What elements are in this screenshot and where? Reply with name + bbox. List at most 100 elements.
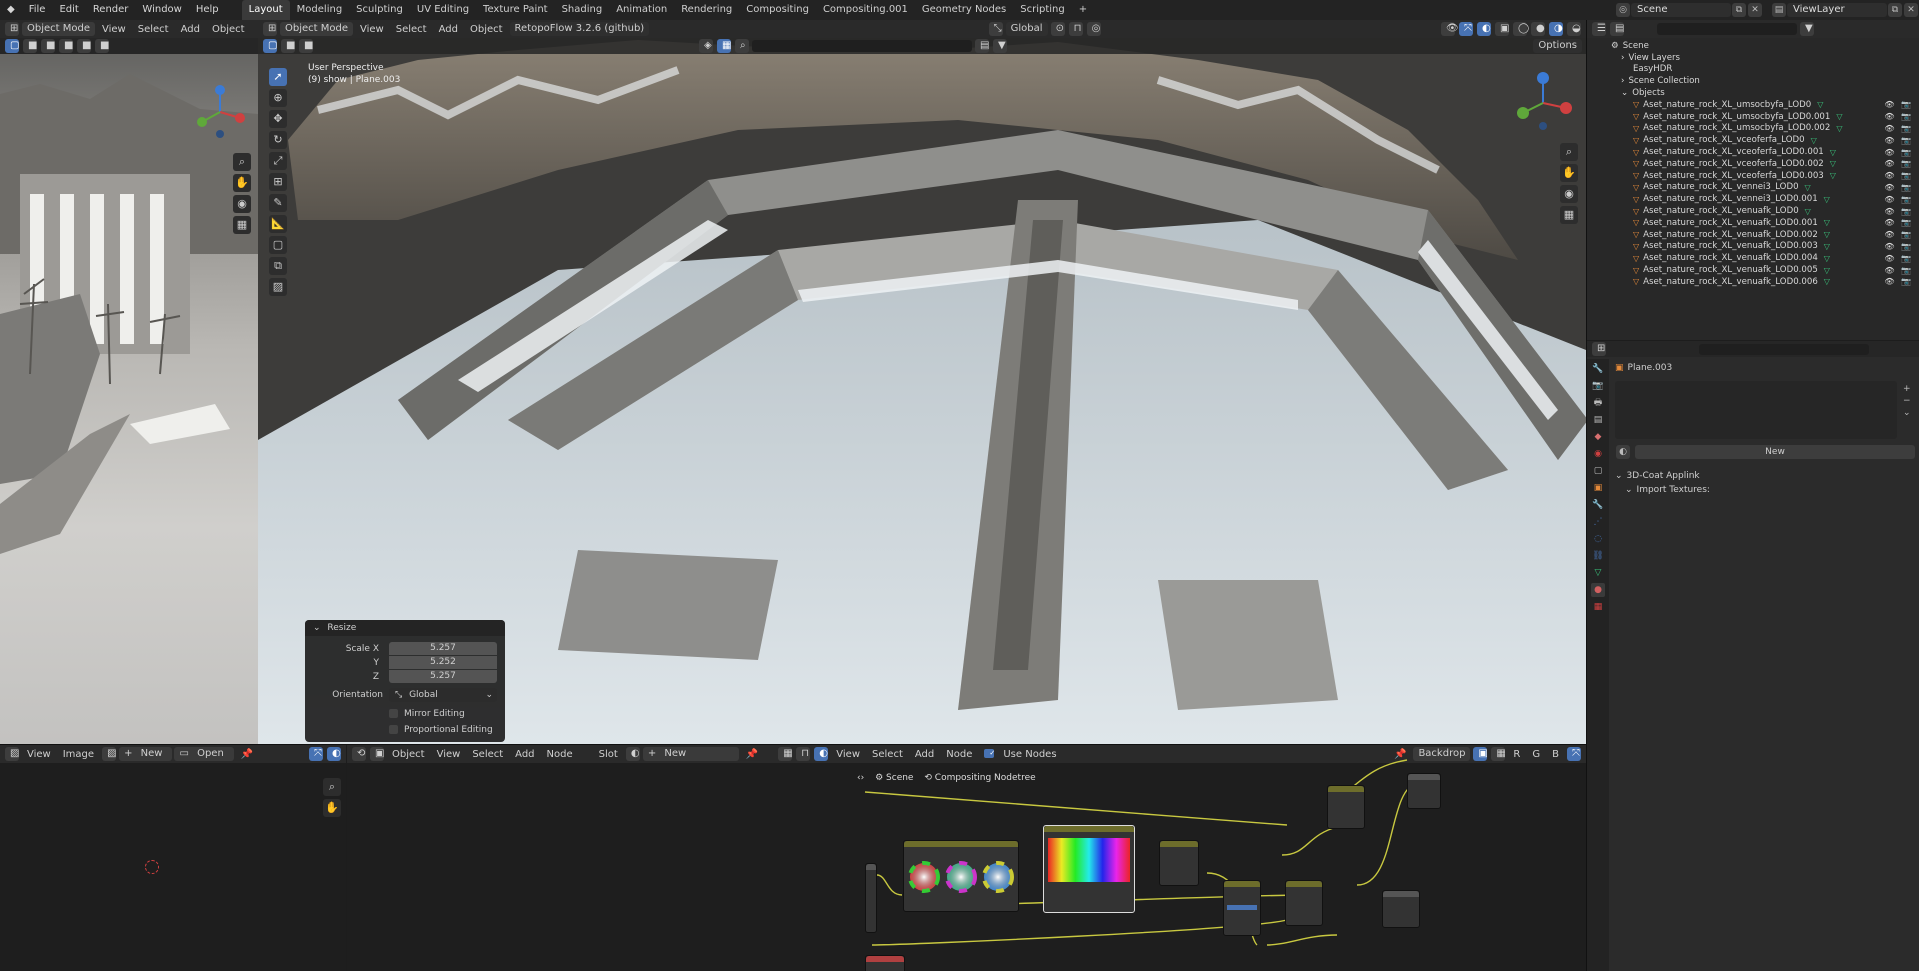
main-menu-add[interactable]: Add [434,24,463,35]
open-image-button[interactable]: ▭ Open [174,747,234,761]
mesh-data-icon[interactable]: ▽ [1836,124,1842,133]
editor-type-icon[interactable]: ⊞ [263,22,277,36]
properties-search-field[interactable] [1699,343,1869,355]
annotate-tool-icon[interactable]: ✎ [269,194,287,212]
viewport-search-field[interactable] [752,40,972,52]
outliner-editor-icon[interactable]: ☰ [1592,22,1606,36]
main-zoom-icon[interactable]: ⌕ [1560,143,1578,161]
measure-tool-icon[interactable]: 📐 [269,215,287,233]
mesh-data-icon[interactable]: ▽ [1817,100,1823,109]
main-pan-hand-icon[interactable]: ✋ [1560,164,1578,182]
collapse-arrow-icon[interactable]: ⌄ [1621,88,1628,98]
constraints-props-icon[interactable]: ⛓ [1591,549,1605,563]
add-workspace-button[interactable]: + [1072,0,1094,20]
outliner-object-row[interactable]: ▽ Aset_nature_rock_XL_vceoferfa_LOD0 ▽ 👁 📷 [1593,134,1919,146]
output-props-icon[interactable]: 🖶 [1591,396,1605,410]
slot-menu-icon[interactable]: ⌄ [1903,407,1911,419]
node-mix-2[interactable] [1285,880,1323,926]
outliner-object-row[interactable]: ▽ Aset_nature_rock_XL_vceoferfa_LOD0.001 ▽… [1593,146,1919,158]
hue-curve-gradient[interactable] [1048,838,1130,882]
visibility-toggles[interactable]: 👁 📷 [1884,112,1913,121]
node-hue-correct[interactable] [1043,825,1135,913]
outliner-easyhdr-row[interactable]: EasyHDR [1593,64,1919,76]
visibility-toggles[interactable]: 👁 📷 [1884,183,1913,192]
mesh-data-icon[interactable]: ▽ [1805,207,1811,216]
xray-toggle-icon[interactable]: ▣ [1495,22,1509,36]
import-textures-row[interactable]: ⌄ Import Textures: [1615,483,1915,497]
outliner-object-row[interactable]: ▽ Aset_nature_rock_XL_vennei3_LOD0.001 ▽ 👁 … [1593,193,1919,205]
scale-cage-tool-icon[interactable]: ⧉ [269,257,287,275]
node-render-layers[interactable] [865,955,905,971]
node-color-balance[interactable] [903,840,1019,912]
image-editor-type-icon[interactable]: ▨ [5,747,19,761]
mode-subtract-icon[interactable]: ■ [59,39,73,53]
node-glare[interactable] [1327,785,1365,829]
add-slot-icon[interactable]: + [1903,383,1911,395]
collapse-chevron-icon[interactable]: ⌄ [313,623,321,633]
mode-invert-icon[interactable]: ■ [77,39,91,53]
menu-render[interactable]: Render [86,0,136,20]
tab-sculpting[interactable]: Sculpting [349,0,410,20]
outliner-object-row[interactable]: ▽ Aset_nature_rock_XL_umsocbyfa_LOD0.002 ▽… [1593,123,1919,135]
main-menu-select[interactable]: Select [391,24,432,35]
new-scene-icon[interactable]: ⧉ [1732,3,1746,17]
image-menu-image[interactable]: Image [58,749,99,760]
tool-props-icon[interactable]: 🔧 [1591,362,1605,376]
snap-icon[interactable]: ⊓ [1068,22,1083,36]
tab-layout[interactable]: Layout [241,0,290,20]
shading-wireframe-icon[interactable]: ◯ [1513,22,1529,36]
data-props-icon[interactable]: ▽ [1591,566,1605,580]
texture-props-icon[interactable]: ▦ [1591,600,1605,614]
new-image-button[interactable]: + New [119,747,173,761]
image-browse-icon[interactable]: ▨ [102,747,117,761]
physics-props-icon[interactable]: ◌ [1591,532,1605,546]
material-browse-icon[interactable]: ◐ [1616,445,1630,459]
visibility-toggles[interactable]: 👁 📷 [1884,207,1913,216]
outliner-filter-icon[interactable]: ▼ [1800,22,1814,36]
image-overlay-icon[interactable]: ◐ [327,747,341,761]
node-alpha-over[interactable] [1159,840,1199,886]
color-wheels[interactable] [904,847,1020,907]
rotate-tool-icon[interactable]: ↻ [269,131,287,149]
node-viewer[interactable] [1407,773,1441,809]
proportional-editing-checkbox[interactable]: Proportional Editing [389,722,493,738]
menu-window[interactable]: Window [135,0,188,20]
main-menu-view[interactable]: View [355,24,389,35]
node-composite[interactable] [1382,890,1420,928]
scale-z-field[interactable]: 5.257 [389,670,497,683]
mesh-data-icon[interactable]: ▽ [1824,218,1830,227]
image-editor[interactable]: ▨ View Image ▨ + New ▭ Open 📌 ⤧ ◐ ⌕ ✋ [0,745,346,971]
view-layer-props-icon[interactable]: ▤ [1591,413,1605,427]
layer-icon[interactable]: ▦ [717,39,731,53]
material-slots-list[interactable] [1615,381,1897,439]
retopoflow-button[interactable]: RetopoFlow 3.2.6 (github) [509,22,650,36]
mesh-data-icon[interactable]: ▽ [1830,171,1836,180]
outliner-scene-collection-row[interactable]: › Scene Collection [1593,75,1919,87]
transform-tool-icon[interactable]: ⊞ [269,173,287,191]
mesh-data-icon[interactable]: ▽ [1836,112,1842,121]
material-props-icon[interactable]: ● [1591,583,1605,597]
tab-compositing[interactable]: Compositing [739,0,816,20]
select-tool-icon[interactable]: ➚ [269,68,287,86]
particles-props-icon[interactable]: ⋰ [1591,515,1605,529]
visibility-icon[interactable]: 👁 [1441,22,1459,36]
tab-animation[interactable]: Animation [609,0,674,20]
perspective-toggle-icon[interactable]: ▦ [233,216,251,234]
applink-panel-header[interactable]: ⌄ 3D-Coat Applink [1615,469,1915,483]
visibility-toggles[interactable]: 👁 📷 [1884,100,1913,109]
properties-editor-icon[interactable]: ⊞ [1592,342,1606,356]
cursor-tool-icon[interactable]: ⊕ [269,89,287,107]
object-props-icon[interactable]: ▣ [1591,481,1605,495]
tab-scripting[interactable]: Scripting [1013,0,1071,20]
visibility-toggles[interactable]: 👁 📷 [1884,124,1913,133]
tab-compositing-001[interactable]: Compositing.001 [816,0,915,20]
tab-uv-editing[interactable]: UV Editing [410,0,476,20]
render-props-icon[interactable]: 📷 [1591,379,1605,393]
orientation-select[interactable]: ⤡ Global ⌄ [389,688,497,702]
outliner-scene-row[interactable]: ⚙ Scene [1593,40,1919,52]
pin-icon[interactable]: 📌 [236,749,258,760]
delete-view-layer-icon[interactable]: ✕ [1904,3,1918,17]
outliner-objects-row[interactable]: ⌄ Objects [1593,87,1919,99]
main-menu-object[interactable]: Object [465,24,508,35]
visibility-toggles[interactable]: 👁 📷 [1884,148,1913,157]
